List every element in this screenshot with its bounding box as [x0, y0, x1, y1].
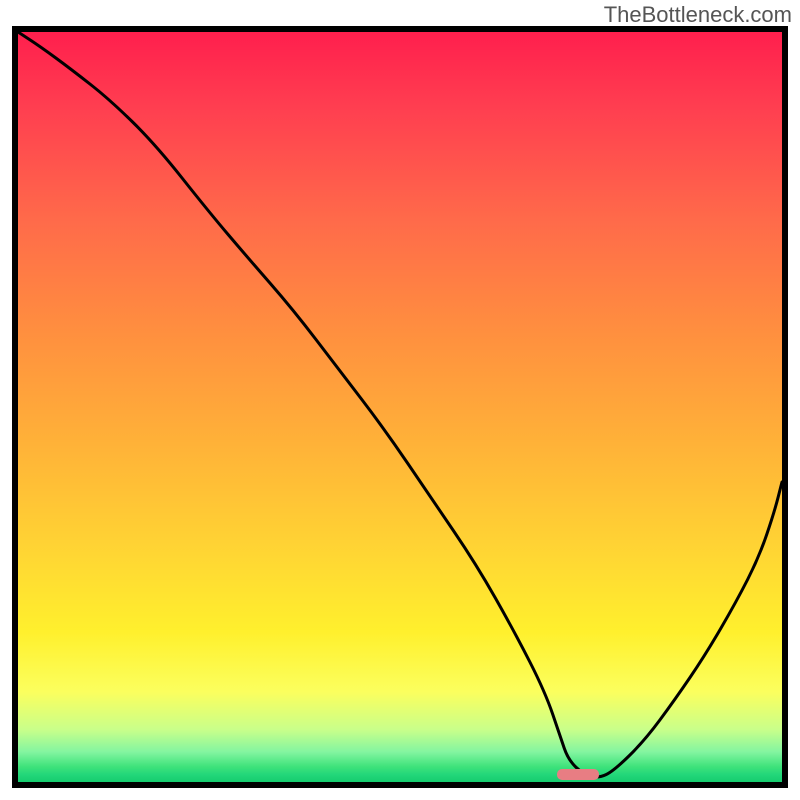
chart-plot-area — [12, 26, 788, 788]
watermark-text: TheBottleneck.com — [604, 2, 792, 28]
chart-optimum-marker — [557, 769, 599, 780]
chart-curve — [18, 32, 782, 782]
